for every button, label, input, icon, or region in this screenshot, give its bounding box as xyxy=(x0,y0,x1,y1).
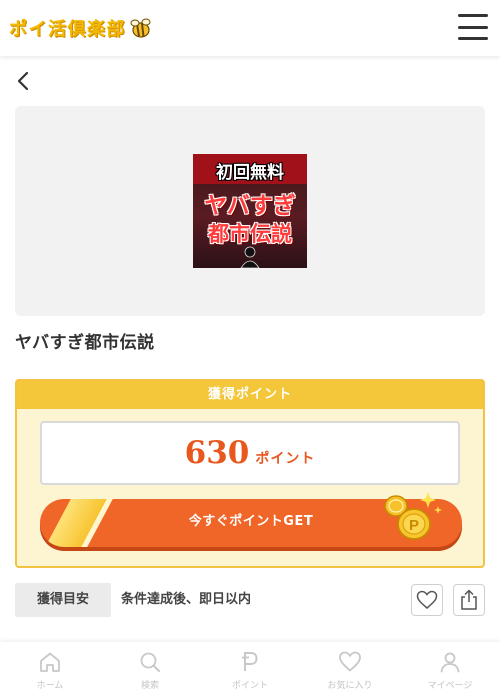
user-icon xyxy=(440,652,460,673)
menu-bar xyxy=(458,37,488,40)
bee-icon xyxy=(130,18,151,38)
silhouette-figure-icon xyxy=(240,246,260,268)
thumbnail-line-1: 初回無料 xyxy=(216,163,284,183)
nav-label: ポイント xyxy=(231,681,268,691)
nav-item-search[interactable]: 検索 xyxy=(100,642,200,700)
nav-label: 検索 xyxy=(140,681,159,691)
svg-text:P: P xyxy=(409,517,419,534)
point-p-icon xyxy=(242,652,258,671)
nav-item-favorites[interactable]: お気に入り xyxy=(300,642,400,700)
points-heading: 獲得ポイント xyxy=(17,381,483,409)
points-unit: ポイント xyxy=(255,451,316,467)
logo-text: ポイ活倶楽部 xyxy=(9,19,126,40)
estimate-value: 条件達成後、即日以内 xyxy=(121,592,252,607)
favorite-button[interactable] xyxy=(411,584,443,616)
header: ポイ活倶楽部 xyxy=(0,0,500,56)
site-logo[interactable]: ポイ活倶楽部 xyxy=(9,14,152,42)
menu-bar xyxy=(458,14,488,17)
nav-label: マイページ xyxy=(427,681,473,691)
thumbnail-line-3: 都市伝説 xyxy=(208,222,292,246)
nav-item-points[interactable]: ポイント xyxy=(200,642,300,700)
bottom-navigation: ホーム 検索 ポイント お気に入り マイページ xyxy=(0,642,500,700)
nav-label: お気に入り xyxy=(327,681,373,691)
points-value: 630 xyxy=(184,435,250,471)
thumbnail-line-2: ヤバすぎ xyxy=(204,193,296,219)
page-title: ヤバすぎ都市伝説 xyxy=(15,333,155,353)
heart-icon xyxy=(339,651,361,672)
offer-thumbnail[interactable]: 初回無料 ヤバすぎ 都市伝説 xyxy=(193,154,307,268)
search-icon xyxy=(140,652,160,672)
nav-item-mypage[interactable]: マイページ xyxy=(400,642,500,700)
share-button[interactable] xyxy=(453,584,485,616)
hero-image-area: 初回無料 ヤバすぎ 都市伝説 xyxy=(15,106,485,316)
points-value-box: 630 ポイント xyxy=(40,421,460,485)
share-icon xyxy=(461,589,477,610)
chevron-left-icon[interactable] xyxy=(14,70,34,92)
hamburger-menu-icon[interactable] xyxy=(458,14,488,40)
home-icon xyxy=(40,652,60,672)
heart-icon xyxy=(416,590,438,609)
nav-item-home[interactable]: ホーム xyxy=(0,642,100,700)
menu-bar xyxy=(458,25,488,29)
nav-label: ホーム xyxy=(36,681,64,691)
coins-icon: P xyxy=(384,492,442,540)
estimate-label: 獲得目安 xyxy=(15,583,111,617)
